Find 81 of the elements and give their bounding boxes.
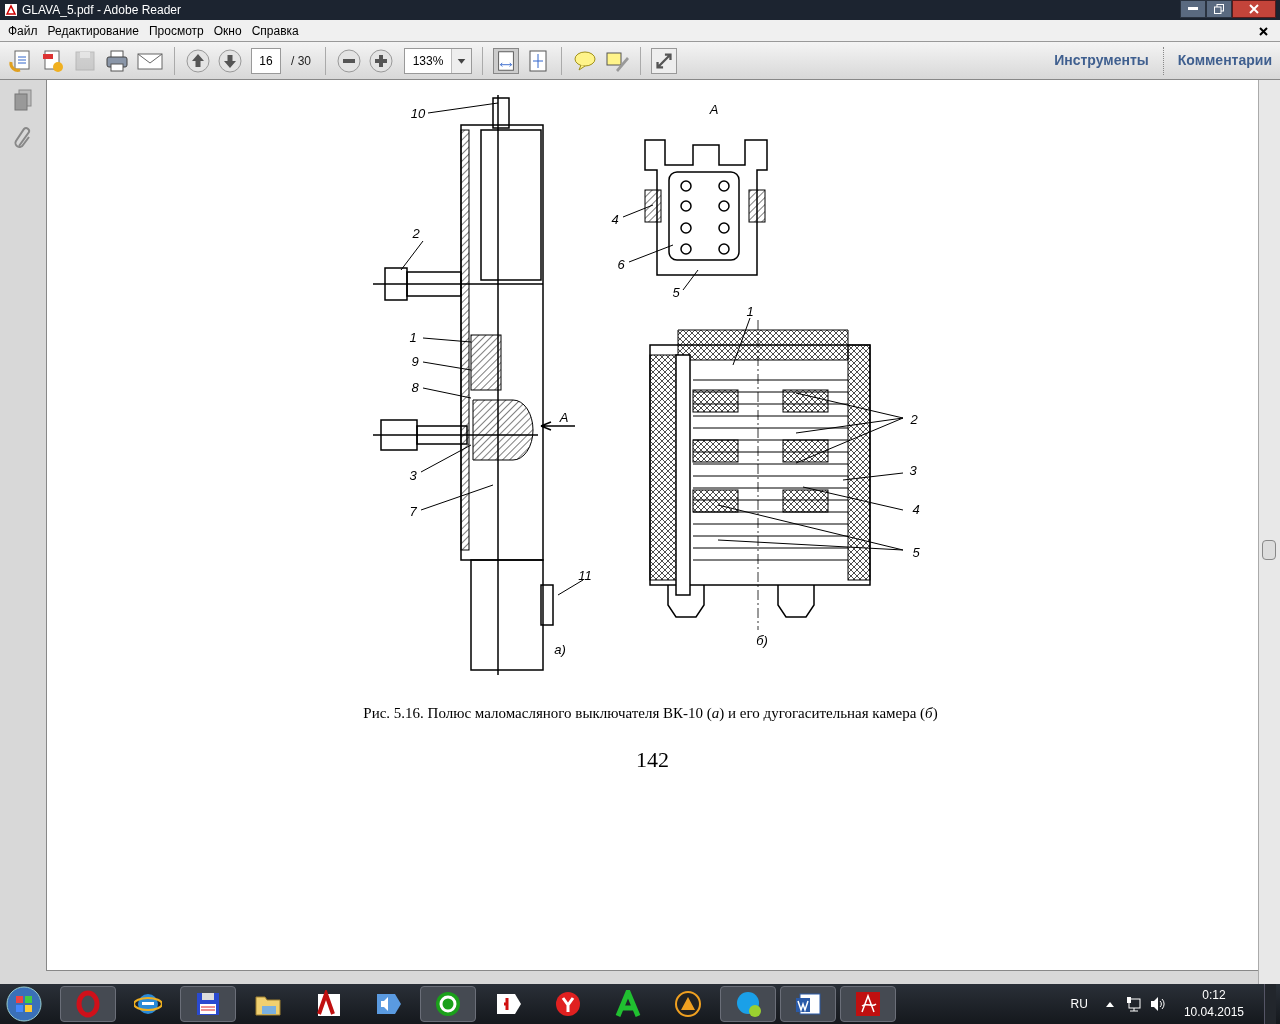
callout-label: б) — [755, 633, 768, 648]
up-caret-icon[interactable] — [1105, 1001, 1114, 1007]
menu-item[interactable]: Окно — [209, 21, 246, 40]
letter-y-circle-icon — [554, 990, 582, 1018]
callout-label: 6 — [616, 257, 625, 272]
restore-button[interactable] — [1206, 0, 1232, 18]
letter-a-icon — [614, 990, 642, 1018]
window-title: GLAVA_5.pdf - Adobe Reader — [22, 2, 181, 19]
clock-date[interactable]: 10.04.2015 — [1183, 1004, 1244, 1021]
leader-line — [682, 269, 698, 291]
fit-width-icon[interactable] — [493, 47, 519, 74]
leader-line — [628, 244, 673, 263]
callout-label: 1 — [745, 304, 754, 319]
callout-label: 7 — [408, 504, 417, 519]
restore-icon — [1214, 4, 1224, 14]
leader-line — [622, 204, 653, 218]
menu-item[interactable]: Редактирование — [43, 21, 143, 40]
letter-a-icon — [314, 990, 342, 1018]
document-icon — [794, 990, 822, 1018]
minus-icon[interactable] — [336, 47, 362, 74]
callout-label: а) — [553, 642, 566, 657]
leader-line — [422, 361, 471, 371]
close-icon[interactable] — [1259, 27, 1268, 36]
document-gear-icon[interactable] — [40, 47, 66, 74]
menu-item[interactable]: Файл — [4, 21, 42, 40]
callout-label: А — [559, 410, 568, 425]
minimize-button[interactable] — [1180, 0, 1206, 18]
leader-line — [420, 444, 471, 473]
callout-label: А — [709, 102, 718, 117]
close-icon — [1249, 4, 1259, 14]
leader-line — [422, 337, 471, 343]
minimize-icon — [1188, 7, 1198, 11]
language-indicator[interactable]: RU — [1070, 995, 1088, 1013]
leader-line — [557, 579, 583, 596]
scrollbar[interactable] — [1258, 80, 1280, 984]
zoom-dropdown[interactable]: 133% — [404, 47, 472, 74]
leader-line — [732, 317, 750, 366]
start-button[interactable] — [4, 984, 44, 1024]
figure-caption: Рис. 5.16. Полюс маломасляного выключателя ВК-10 (а) и его дугогасительная камера (б) — [363, 704, 938, 723]
scrollbar-thumb[interactable] — [1262, 540, 1276, 560]
taskbar-button[interactable] — [420, 986, 476, 1022]
panel-button[interactable]: Комментарии — [1177, 50, 1272, 71]
leader-line — [427, 102, 498, 114]
page-number: 142 — [636, 745, 669, 774]
plus-icon[interactable] — [368, 47, 394, 74]
taskbar-button[interactable] — [180, 986, 236, 1022]
caret-icon[interactable] — [451, 48, 471, 73]
speaker-icon[interactable] — [1149, 996, 1166, 1012]
expand-icon[interactable] — [651, 47, 677, 74]
callout-label: 4 — [911, 502, 920, 517]
callout-label: 1 — [408, 330, 417, 345]
callout-label: 11 — [577, 568, 592, 583]
pdf-icon — [4, 3, 18, 17]
panel-button[interactable]: Инструменты — [1054, 50, 1149, 71]
callout-label: 5 — [671, 285, 680, 300]
callout-label: 2 — [909, 412, 918, 427]
callout-label: 3 — [908, 463, 917, 478]
callout-label: 4 — [610, 212, 619, 227]
printer-icon[interactable] — [104, 47, 130, 74]
clock-time[interactable]: 0:12 — [1202, 987, 1226, 1004]
callout-label: 3 — [408, 468, 417, 483]
close-button[interactable] — [1232, 0, 1276, 18]
callout-label: 8 — [410, 380, 419, 395]
leader-line — [422, 387, 471, 399]
pages-icon[interactable] — [12, 88, 34, 112]
callout-label: 9 — [410, 354, 419, 369]
menu-item[interactable]: Просмотр — [144, 21, 208, 40]
zoom-value: 133% — [411, 52, 445, 70]
callout-label: 2 — [411, 226, 420, 241]
callout-label: 10 — [410, 106, 425, 121]
taskbar-button[interactable] — [780, 986, 836, 1022]
taskbar-button[interactable] — [840, 986, 896, 1022]
leader-line — [400, 240, 423, 271]
menu-item[interactable]: Справка — [247, 21, 303, 40]
callout-label: 5 — [911, 545, 920, 560]
network-icon[interactable] — [1125, 996, 1142, 1012]
o-ring-icon — [74, 990, 102, 1018]
leader-line — [842, 472, 903, 481]
page-total: / 30 — [291, 52, 311, 70]
document-icon — [854, 990, 882, 1018]
page-number-field[interactable]: 16 — [251, 47, 281, 74]
